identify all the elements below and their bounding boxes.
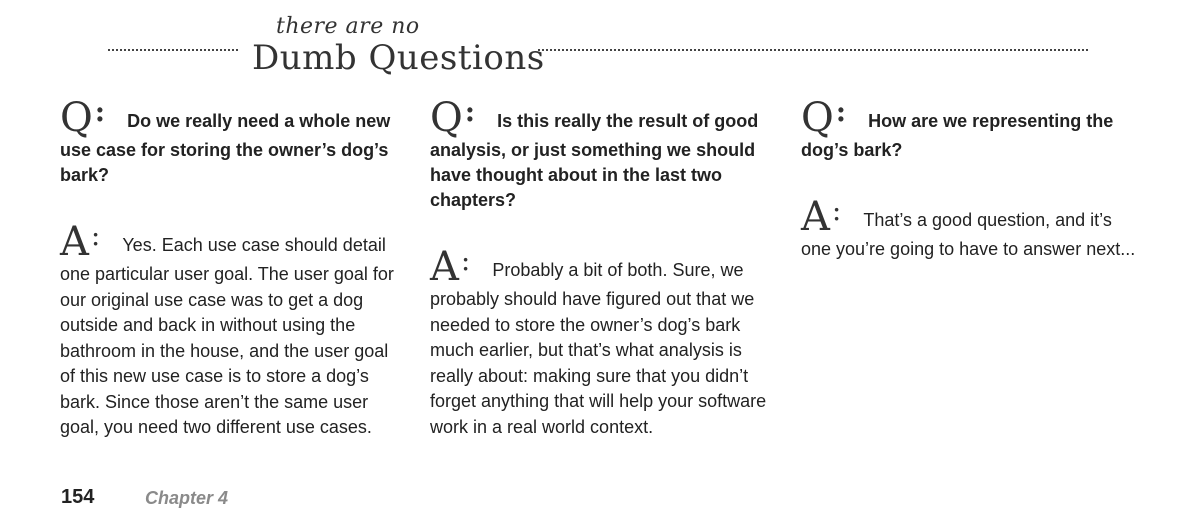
answer-marker: A [801,194,830,240]
question-block: Q: How are we representing the dog’s bark… [801,98,1146,163]
answer-marker: A [60,219,89,265]
question-colon: : [94,95,106,128]
qa-column-3: Q: How are we representing the dog’s bark… [801,98,1146,263]
header-subtitle: there are no [276,14,420,39]
question-marker: Q [430,95,463,141]
answer-text: Probably a bit of both. Sure, we probabl… [430,260,767,437]
chapter-label: Chapter 4 [145,488,229,508]
answer-marker: A [430,244,459,290]
question-text: Do we really need a whole new use case f… [60,111,391,185]
answer-block: A: Yes. Each use case should detail one p… [60,222,405,441]
header-title: Dumb Questions [252,38,545,78]
question-colon: : [835,95,847,128]
answer-colon: : [460,244,471,277]
answer-colon: : [831,194,842,227]
question-text: Is this really the result of good analys… [430,111,759,210]
page-header: there are no Dumb Questions [0,0,1188,90]
question-colon: : [464,95,476,128]
question-block: Q: Is this really the result of good anal… [430,98,775,213]
page-number: 154 [61,486,95,508]
header-dotted-rule-left [108,49,238,51]
question-block: Q: Do we really need a whole new use case… [60,98,405,188]
question-marker: Q [801,95,834,141]
header-dotted-rule-right [538,49,1088,51]
answer-text: Yes. Each use case should detail one par… [60,235,394,437]
answer-block: A: Probably a bit of both. Sure, we proba… [430,247,775,440]
question-marker: Q [60,95,93,141]
qa-column-1: Q: Do we really need a whole new use case… [60,98,405,441]
answer-block: A: That’s a good question, and it’s one y… [801,197,1146,263]
question-text: How are we representing the dog’s bark? [801,111,1114,160]
qa-column-2: Q: Is this really the result of good anal… [430,98,775,440]
answer-text: That’s a good question, and it’s one you… [801,210,1136,259]
answer-colon: : [90,219,101,252]
